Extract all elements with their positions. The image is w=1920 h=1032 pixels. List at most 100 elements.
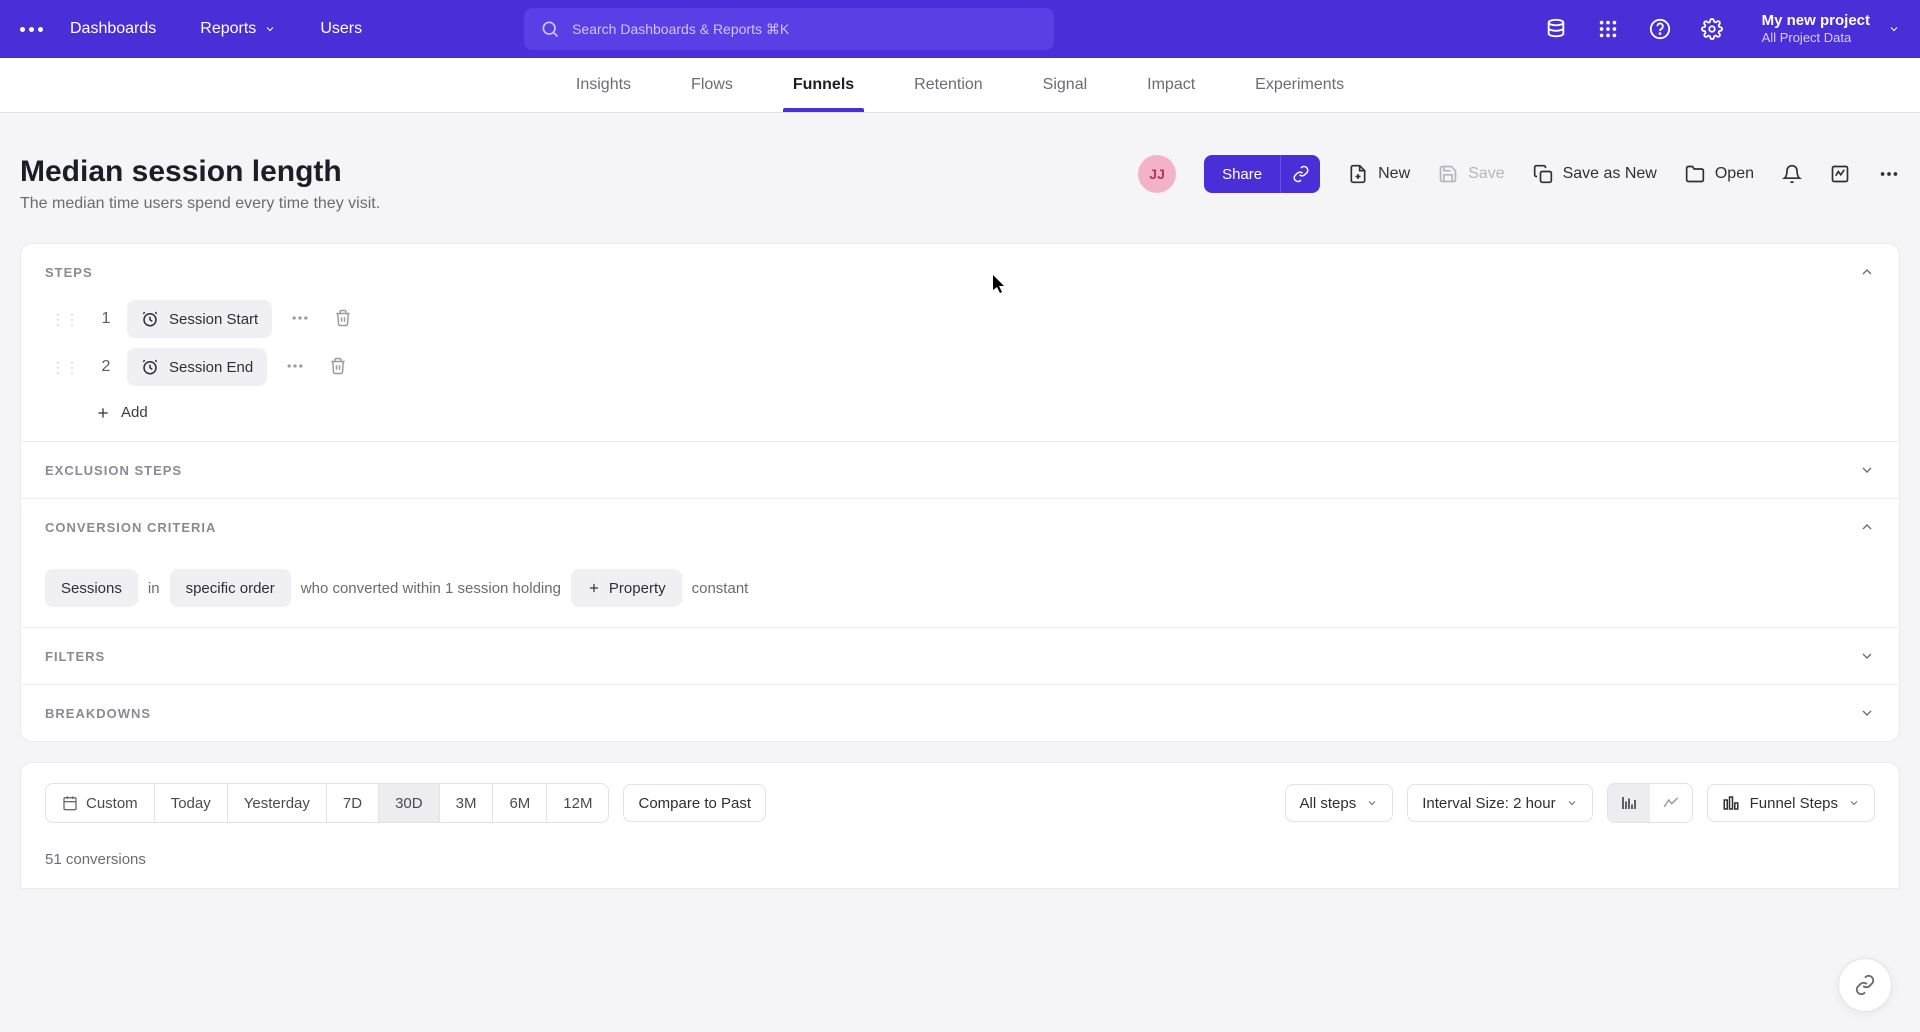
database-icon xyxy=(1545,18,1567,40)
chart-switch-button[interactable] xyxy=(1830,164,1850,184)
chevron-down-icon xyxy=(1859,705,1875,721)
new-button[interactable]: New xyxy=(1348,164,1410,184)
step-row: ⋮⋮ 2 Session End xyxy=(45,348,1875,386)
step-number: 1 xyxy=(97,310,115,328)
interval-size-dropdown[interactable]: Interval Size: 2 hour xyxy=(1407,784,1592,822)
help-icon xyxy=(1649,18,1671,40)
project-sub: All Project Data xyxy=(1762,30,1870,46)
property-selector[interactable]: Property xyxy=(571,569,682,607)
more-button[interactable] xyxy=(1878,163,1900,185)
step-event-selector[interactable]: Session End xyxy=(127,348,267,386)
date-30d-button[interactable]: 30D xyxy=(379,784,440,822)
notifications-button[interactable] xyxy=(1782,164,1802,184)
bar-columns-icon xyxy=(1722,794,1740,812)
chevron-down-icon xyxy=(1566,797,1578,809)
tab-funnels[interactable]: Funnels xyxy=(793,58,854,112)
calendar-icon xyxy=(62,795,78,811)
interval-size-label: Interval Size: 2 hour xyxy=(1422,795,1555,812)
criteria-text-in: in xyxy=(148,580,160,597)
conversion-criteria-header[interactable]: CONVERSION CRITERIA xyxy=(21,499,1899,555)
tab-impact[interactable]: Impact xyxy=(1147,58,1195,112)
help-icon-button[interactable] xyxy=(1646,15,1674,43)
chevron-down-icon xyxy=(1859,462,1875,478)
breakdowns-header[interactable]: BREAKDOWNS xyxy=(21,685,1899,741)
page-header: Median session length The median time us… xyxy=(0,113,1920,243)
help-fab[interactable] xyxy=(1838,958,1892,1012)
date-12m-button[interactable]: 12M xyxy=(547,784,608,822)
settings-icon-button[interactable] xyxy=(1698,15,1726,43)
page-title: Median session length xyxy=(20,155,380,189)
drag-handle-icon[interactable]: ⋮⋮ xyxy=(45,305,85,334)
funnel-steps-dropdown[interactable]: Funnel Steps xyxy=(1707,784,1875,822)
search-placeholder: Search Dashboards & Reports ⌘K xyxy=(572,21,789,38)
conversion-criteria-body: Sessions in specific order who converted… xyxy=(21,555,1899,627)
chart-controls-card: Custom Today Yesterday 7D 30D 3M 6M 12M … xyxy=(20,762,1900,889)
order-selector[interactable]: specific order xyxy=(170,569,291,607)
clock-icon xyxy=(141,358,159,376)
bar-chart-toggle[interactable] xyxy=(1608,784,1650,822)
breakdowns-label: BREAKDOWNS xyxy=(45,706,151,721)
compare-to-past-button[interactable]: Compare to Past xyxy=(623,784,766,822)
nav-reports[interactable]: Reports xyxy=(178,0,298,58)
trash-icon xyxy=(329,357,347,375)
database-icon-button[interactable] xyxy=(1542,15,1570,43)
chevron-down-icon xyxy=(264,23,276,35)
steps-header-label: STEPS xyxy=(45,265,93,280)
date-7d-button[interactable]: 7D xyxy=(327,784,379,822)
link-icon xyxy=(1854,974,1876,996)
avatar[interactable]: JJ xyxy=(1138,155,1176,193)
date-custom-label: Custom xyxy=(86,795,138,812)
step-event-selector[interactable]: Session Start xyxy=(127,300,272,338)
date-custom-button[interactable]: Custom xyxy=(46,784,155,822)
steps-header[interactable]: STEPS xyxy=(21,244,1899,300)
drag-handle-icon[interactable]: ⋮⋮ xyxy=(45,353,85,382)
tab-retention[interactable]: Retention xyxy=(914,58,983,112)
config-card: STEPS ⋮⋮ 1 Session Start ⋮⋮ 2 Session En… xyxy=(20,243,1900,742)
all-steps-dropdown[interactable]: All steps xyxy=(1285,784,1394,822)
line-chart-toggle[interactable] xyxy=(1650,784,1692,822)
share-button[interactable]: Share xyxy=(1204,155,1280,193)
date-6m-button[interactable]: 6M xyxy=(493,784,547,822)
project-name: My new project xyxy=(1762,12,1870,30)
trash-icon xyxy=(334,309,352,327)
date-today-button[interactable]: Today xyxy=(155,784,228,822)
share-link-button[interactable] xyxy=(1280,155,1320,193)
date-3m-button[interactable]: 3M xyxy=(440,784,494,822)
bell-icon xyxy=(1782,164,1802,184)
step-more-button[interactable] xyxy=(279,350,311,385)
add-step-button[interactable]: Add xyxy=(45,396,1875,421)
criteria-text-constant: constant xyxy=(692,580,749,597)
nav-reports-label: Reports xyxy=(200,20,256,38)
tab-insights[interactable]: Insights xyxy=(576,58,631,112)
project-selector[interactable]: My new project All Project Data xyxy=(1762,12,1900,46)
open-button[interactable]: Open xyxy=(1685,164,1754,184)
gear-icon xyxy=(1701,18,1723,40)
filters-header[interactable]: FILTERS xyxy=(21,628,1899,684)
new-label: New xyxy=(1378,165,1410,183)
save-as-new-button[interactable]: Save as New xyxy=(1533,164,1657,184)
top-bar: Dashboards Reports Users Search Dashboar… xyxy=(0,0,1920,58)
date-yesterday-button[interactable]: Yesterday xyxy=(228,784,327,822)
exclusion-steps-header[interactable]: EXCLUSION STEPS xyxy=(21,442,1899,498)
nav-dashboards[interactable]: Dashboards xyxy=(48,0,178,58)
sub-nav: Insights Flows Funnels Retention Signal … xyxy=(0,58,1920,113)
new-file-icon xyxy=(1348,164,1368,184)
chevron-down-icon xyxy=(1366,797,1378,809)
page-subtitle: The median time users spend every time t… xyxy=(20,195,380,213)
step-delete-button[interactable] xyxy=(328,303,358,336)
chevron-down-icon xyxy=(1888,23,1900,35)
tab-signal[interactable]: Signal xyxy=(1043,58,1087,112)
nav-users[interactable]: Users xyxy=(298,0,384,58)
tab-experiments[interactable]: Experiments xyxy=(1255,58,1344,112)
step-more-button[interactable] xyxy=(284,302,316,337)
search-input[interactable]: Search Dashboards & Reports ⌘K xyxy=(524,8,1054,50)
conversion-criteria-label: CONVERSION CRITERIA xyxy=(45,520,216,535)
step-delete-button[interactable] xyxy=(323,351,353,384)
link-icon xyxy=(1292,165,1310,183)
tab-flows[interactable]: Flows xyxy=(691,58,733,112)
step-number: 2 xyxy=(97,358,115,376)
all-steps-label: All steps xyxy=(1300,795,1357,812)
apps-grid-icon-button[interactable] xyxy=(1594,15,1622,43)
sessions-selector[interactable]: Sessions xyxy=(45,569,138,607)
open-label: Open xyxy=(1715,165,1754,183)
